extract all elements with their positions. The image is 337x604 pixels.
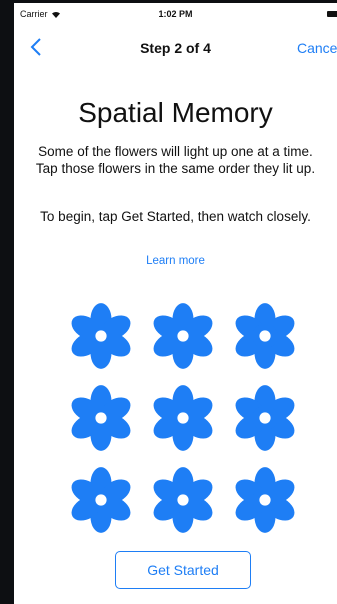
flower-icon[interactable] xyxy=(148,465,218,535)
phone-screen: Carrier 1:02 PM Step 2 of 4 Cancel Spati… xyxy=(14,3,337,604)
flower-grid xyxy=(66,301,300,547)
flower-icon[interactable] xyxy=(148,383,218,453)
flower-icon[interactable] xyxy=(66,301,136,371)
cancel-button[interactable]: Cancel xyxy=(297,40,337,56)
begin-instructions-text: To begin, tap Get Started, then watch cl… xyxy=(40,209,311,224)
flower-icon[interactable] xyxy=(230,301,300,371)
learn-more-link[interactable]: Learn more xyxy=(14,255,337,267)
flower-icon[interactable] xyxy=(230,383,300,453)
flower-icon[interactable] xyxy=(66,465,136,535)
flower-icon[interactable] xyxy=(230,465,300,535)
page-title: Spatial Memory xyxy=(78,97,273,128)
status-time: 1:02 PM xyxy=(158,9,193,19)
instructions-text: Some of the flowers will light up one at… xyxy=(35,144,316,176)
get-started-button[interactable]: Get Started xyxy=(115,551,251,589)
flower-icon[interactable] xyxy=(66,383,136,453)
navigation-bar: Step 2 of 4 Cancel xyxy=(14,29,337,65)
battery-icon xyxy=(327,11,337,17)
status-bar: Carrier 1:02 PM xyxy=(14,3,337,23)
step-title: Step 2 of 4 xyxy=(140,40,211,56)
flower-icon[interactable] xyxy=(148,301,218,371)
